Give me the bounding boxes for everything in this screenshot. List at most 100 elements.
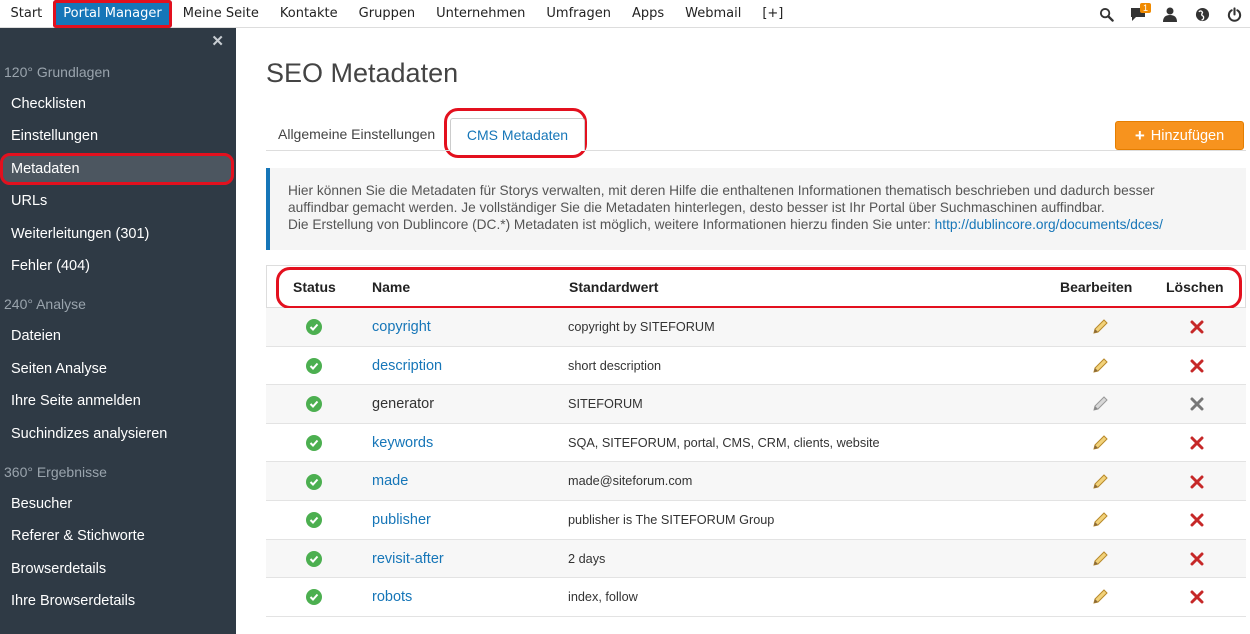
metadata-name: generator xyxy=(372,396,435,413)
tab-cms-metadata[interactable]: CMS Metadaten xyxy=(450,118,585,151)
table-row: copyright copyright by SITEFORUM xyxy=(266,308,1246,347)
edit-icon[interactable] xyxy=(1088,424,1112,463)
messages-icon[interactable]: 1 xyxy=(1122,0,1154,28)
notification-badge: 1 xyxy=(1140,3,1152,13)
edit-icon[interactable] xyxy=(1088,540,1112,579)
sidebar-close-icon[interactable]: ✕ xyxy=(211,32,224,50)
metadata-default-value: short description xyxy=(568,358,662,373)
metadata-name[interactable]: keywords xyxy=(372,424,433,463)
top-nav-item-webmail[interactable]: Webmail xyxy=(675,0,752,28)
top-nav-item-umfragen[interactable]: Umfragen xyxy=(536,0,622,28)
table-header: Status Name Standardwert Bearbeiten Lösc… xyxy=(266,265,1246,309)
sidebar-item-besucher[interactable]: Besucher xyxy=(0,488,236,520)
delete-icon[interactable] xyxy=(1186,462,1208,501)
status-ok-icon xyxy=(306,589,322,606)
status-ok-icon xyxy=(306,512,322,529)
power-icon[interactable] xyxy=(1218,0,1250,28)
edit-icon[interactable] xyxy=(1088,347,1112,386)
sidebar-item-dateien[interactable]: Dateien xyxy=(0,320,236,352)
info-text-line-1: Hier können Sie die Metadaten für Storys… xyxy=(288,183,1155,198)
sidebar-item-suchindizes-analysieren[interactable]: Suchindizes analysieren xyxy=(0,418,236,450)
delete-icon xyxy=(1186,385,1208,424)
user-icon[interactable] xyxy=(1154,0,1186,28)
top-nav-item-start[interactable]: Start xyxy=(0,0,53,28)
metadata-name[interactable]: description xyxy=(372,347,442,386)
metadata-default-value: SQA, SITEFORUM, portal, CMS, CRM, client… xyxy=(568,435,880,450)
table-row: description short description xyxy=(266,346,1246,386)
metadata-name[interactable]: robots xyxy=(372,578,412,617)
status-cell xyxy=(304,347,324,386)
sidebar-item-browserdetails[interactable]: Browserdetails xyxy=(0,553,236,585)
sidebar-item-ihre-browserdetails[interactable]: Ihre Browserdetails xyxy=(0,585,236,617)
metadata-default-value: 2 days xyxy=(568,551,606,566)
status-ok-icon xyxy=(306,473,322,490)
dublincore-link[interactable]: http://dublincore.org/documents/dces/ xyxy=(935,217,1163,232)
info-box: Hier können Sie die Metadaten für Storys… xyxy=(266,168,1246,250)
delete-icon[interactable] xyxy=(1186,347,1208,386)
table-row: revisit-after 2 days xyxy=(266,539,1246,579)
top-navigation-bar: Start Portal Manager Meine Seite Kontakte Gr… xyxy=(0,0,1250,28)
edit-icon[interactable] xyxy=(1088,578,1112,617)
top-nav-item-meine-seite[interactable]: Meine Seite xyxy=(172,0,269,28)
edit-icon xyxy=(1088,385,1112,424)
search-icon[interactable] xyxy=(1090,0,1122,28)
edit-icon[interactable] xyxy=(1088,308,1112,347)
status-ok-icon xyxy=(306,319,322,336)
top-nav-item-kontakte[interactable]: Kontakte xyxy=(269,0,348,28)
delete-icon[interactable] xyxy=(1186,578,1208,617)
tab-bar: Allgemeine Einstellungen CMS Metadaten xyxy=(266,118,1246,151)
sidebar-menu: 120° Grundlagen Checklisten Einstellungen M… xyxy=(0,56,236,617)
header-default-value: Standardwert xyxy=(569,279,659,295)
edit-icon[interactable] xyxy=(1088,501,1112,540)
globe-icon[interactable] xyxy=(1186,0,1218,28)
top-nav-item-portal-manager[interactable]: Portal Manager xyxy=(52,0,173,28)
top-nav-item-gruppen[interactable]: Gruppen xyxy=(348,0,425,28)
top-icons: 1 xyxy=(1090,0,1250,28)
header-name: Name xyxy=(372,279,411,295)
sidebar-item-metadaten[interactable]: Metadaten xyxy=(0,152,234,186)
delete-icon[interactable] xyxy=(1186,308,1208,347)
table-row: generator SITEFORUM xyxy=(266,385,1246,424)
metadata-name[interactable]: publisher xyxy=(372,501,431,540)
sidebar-item-fehler-404[interactable]: Fehler (404) xyxy=(0,250,236,282)
delete-icon[interactable] xyxy=(1186,501,1208,540)
top-nav-item-unternehmen[interactable]: Unternehmen xyxy=(426,0,536,28)
sidebar-section-label: 240° Analyse xyxy=(4,296,86,313)
metadata-name[interactable]: revisit-after xyxy=(372,540,444,579)
sidebar-item-referer-stichworte[interactable]: Referer & Stichworte xyxy=(0,520,236,552)
sidebar-item-urls[interactable]: URLs xyxy=(0,185,236,217)
header-status: Status xyxy=(293,279,336,295)
delete-icon[interactable] xyxy=(1186,424,1208,463)
edit-icon[interactable] xyxy=(1088,462,1112,501)
status-cell xyxy=(304,501,324,540)
status-cell xyxy=(304,462,324,501)
status-ok-icon xyxy=(306,357,322,374)
top-nav-item-[interactable]: [+] xyxy=(752,0,794,28)
top-nav-item-apps[interactable]: Apps xyxy=(621,0,674,28)
status-ok-icon xyxy=(306,435,322,452)
sidebar-item-ihre-seite-anmelden[interactable]: Ihre Seite anmelden xyxy=(0,385,236,417)
status-cell xyxy=(304,424,324,463)
metadata-name[interactable]: made xyxy=(372,462,408,501)
metadata-table: Status Name Standardwert Bearbeiten Lösc… xyxy=(266,265,1246,617)
sidebar-item-weiterleitungen-301[interactable]: Weiterleitungen (301) xyxy=(0,218,236,250)
header-delete: Löschen xyxy=(1166,279,1224,295)
sidebar-item-einstellungen[interactable]: Einstellungen xyxy=(0,120,236,152)
table-row: publisher publisher is The SITEFORUM Gro… xyxy=(266,500,1246,540)
metadata-default-value: made@siteforum.com xyxy=(568,474,693,489)
sidebar: ✕ 120° Grundlagen Checklisten Einstellunge… xyxy=(0,28,236,634)
metadata-default-value: publisher is The SITEFORUM Group xyxy=(568,512,775,527)
delete-icon[interactable] xyxy=(1186,540,1208,579)
sidebar-item-checklisten[interactable]: Checklisten xyxy=(0,88,236,120)
metadata-name[interactable]: copyright xyxy=(372,308,431,347)
sidebar-item-seiten-analyse[interactable]: Seiten Analyse xyxy=(0,353,236,385)
status-ok-icon xyxy=(306,396,322,413)
tab-general-settings[interactable]: Allgemeine Einstellungen xyxy=(278,118,435,151)
sidebar-section-label: 360° Ergebnisse xyxy=(4,463,107,480)
table-row: made made@siteforum.com xyxy=(266,462,1246,501)
info-text-line-2: auffindbar gemacht werden. Je vollständi… xyxy=(288,200,1105,215)
table-row: keywords SQA, SITEFORUM, portal, CMS, CR… xyxy=(266,423,1246,463)
status-cell xyxy=(304,385,324,424)
table-body: copyright copyright by SITEFORUM descrip… xyxy=(266,308,1246,617)
status-ok-icon xyxy=(306,550,322,567)
